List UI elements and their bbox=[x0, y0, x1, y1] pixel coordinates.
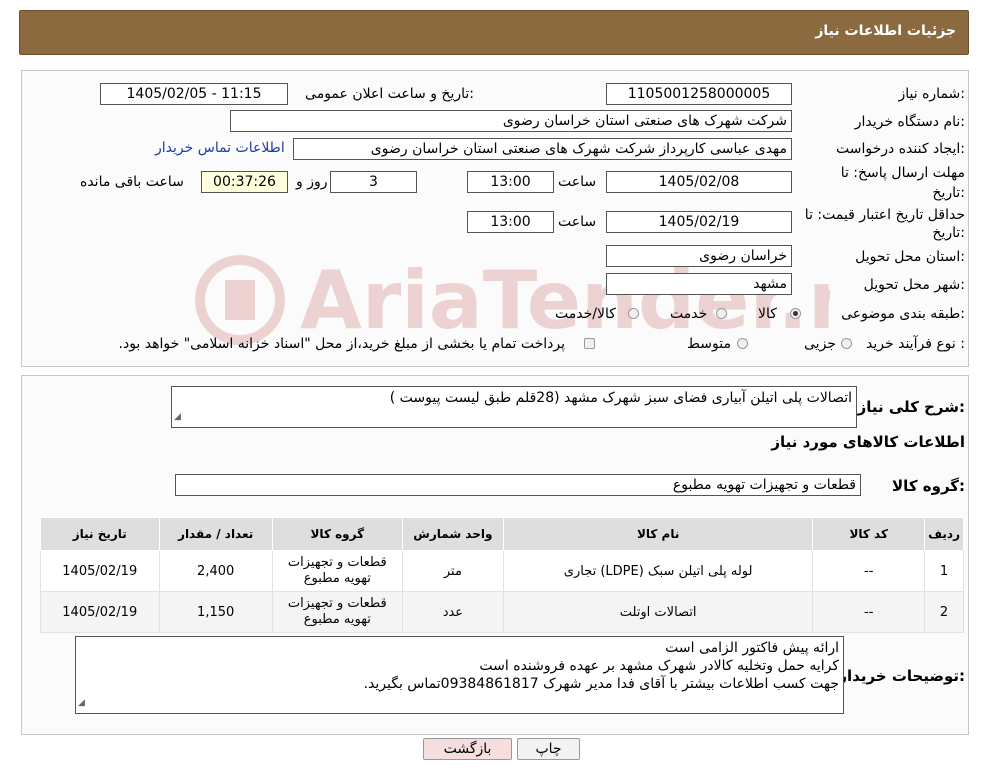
category-option-service: خدمت bbox=[670, 306, 708, 322]
announce-field: 1405/02/05 - 11:15 bbox=[100, 83, 288, 105]
category-option-goods-service: کالا/خدمت bbox=[555, 306, 616, 322]
need-number-field: 1105001258000005 bbox=[606, 83, 792, 105]
col-name: نام کالا bbox=[502, 517, 814, 551]
table-row: 1405/02/19 1,150 قطعات و تجهیزات تهویه م… bbox=[40, 591, 964, 633]
need-number-label: شماره نیاز: bbox=[898, 86, 965, 102]
cell-group: قطعات و تجهیزات تهویه مطبوع bbox=[271, 591, 403, 633]
cell-date: 1405/02/19 bbox=[40, 591, 160, 633]
description-textarea[interactable]: اتصالات پلی اتیلن آبیاری فضای سبز شهرک م… bbox=[171, 386, 857, 428]
items-table: تاریخ نیاز تعداد / مقدار گروه کالا واحد … bbox=[40, 517, 964, 633]
cell-group-line1: قطعات و تجهیزات bbox=[287, 596, 387, 611]
province-label: استان محل تحویل: bbox=[855, 249, 965, 265]
col-code: کد کالا bbox=[812, 517, 926, 551]
min-validity-label-line2: تاریخ: bbox=[932, 225, 965, 241]
cell-row: 1 bbox=[924, 550, 964, 592]
category-radio-goods[interactable] bbox=[790, 308, 801, 319]
col-date: تاریخ نیاز bbox=[40, 517, 160, 551]
description-text: اتصالات پلی اتیلن آبیاری فضای سبز شهرک م… bbox=[389, 390, 852, 406]
buyer-field: شرکت شهرک های صنعتی استان خراسان رضوی bbox=[230, 110, 792, 132]
col-qty: تعداد / مقدار bbox=[158, 517, 273, 551]
description-label: شرح کلی نیاز: bbox=[857, 398, 965, 416]
buyer-notes-line-1: ارائه پیش فاکتور الزامی است bbox=[665, 640, 839, 656]
buyer-notes-line-2: کرایه حمل وتخلیه کالادر شهرک مشهد بر عهد… bbox=[479, 658, 839, 674]
page-header: جزئیات اطلاعات نیاز bbox=[19, 10, 969, 55]
deadline-hour-label: ساعت bbox=[558, 174, 597, 190]
cell-date: 1405/02/19 bbox=[40, 550, 160, 592]
cell-code: -- bbox=[812, 591, 926, 633]
col-unit: واحد شمارش bbox=[401, 517, 504, 551]
city-label: شهر محل تحویل: bbox=[863, 277, 965, 293]
min-validity-date-field: 1405/02/19 bbox=[606, 211, 792, 233]
col-group: گروه کالا bbox=[271, 517, 403, 551]
deadline-date-field: 1405/02/08 bbox=[606, 171, 792, 193]
deadline-time-field: 13:00 bbox=[467, 171, 554, 193]
announce-label: تاریخ و ساعت اعلان عمومی: bbox=[305, 86, 474, 102]
purchase-option-small: جزیی bbox=[804, 336, 836, 352]
resize-grip-icon[interactable]: ◢ bbox=[78, 694, 85, 712]
category-radio-goods-service[interactable] bbox=[628, 308, 639, 319]
cell-row: 2 bbox=[924, 591, 964, 633]
goods-group-field: قطعات و تجهیزات تهویه مطبوع bbox=[175, 474, 861, 496]
purchase-option-medium: متوسط bbox=[687, 336, 731, 352]
watermark-text: AriaTender.neT bbox=[300, 254, 830, 347]
table-row: 1405/02/19 2,400 قطعات و تجهیزات تهویه م… bbox=[40, 550, 964, 592]
purchase-radio-small[interactable] bbox=[841, 338, 852, 349]
resize-grip-icon[interactable]: ◢ bbox=[174, 408, 181, 426]
remaining-time-field: 00:37:26 bbox=[201, 171, 288, 193]
purchase-type-label: نوع فرآیند خرید : bbox=[866, 336, 965, 352]
cell-group: قطعات و تجهیزات تهویه مطبوع bbox=[271, 550, 403, 592]
goods-section-title: اطلاعات کالاهای مورد نیاز bbox=[771, 433, 965, 451]
days-label: روز و bbox=[296, 174, 328, 190]
min-validity-label-line1: حداقل تاریخ اعتبار قیمت: تا bbox=[804, 207, 965, 223]
buyer-notes-label: توضیحات خریدار: bbox=[838, 667, 965, 685]
remaining-label: ساعت باقی مانده bbox=[80, 174, 184, 190]
treasury-note: پرداخت تمام یا بخشی از مبلغ خرید،از محل … bbox=[118, 336, 565, 352]
city-field: مشهد bbox=[606, 273, 792, 295]
buyer-label: نام دستگاه خریدار: bbox=[854, 114, 965, 130]
cell-name: اتصالات اوتلت bbox=[502, 591, 814, 633]
cell-unit: متر bbox=[401, 550, 504, 592]
cell-unit: عدد bbox=[401, 591, 504, 633]
cell-name: لوله پلی اتیلن سبک (LDPE) تجاری bbox=[502, 550, 814, 592]
page-title: جزئیات اطلاعات نیاز bbox=[815, 23, 956, 39]
back-button[interactable]: بازگشت bbox=[423, 738, 512, 760]
cell-qty: 2,400 bbox=[158, 550, 273, 592]
buyer-contact-link[interactable]: اطلاعات تماس خریدار bbox=[155, 140, 285, 156]
table-header-row: تاریخ نیاز تعداد / مقدار گروه کالا واحد … bbox=[40, 517, 964, 551]
creator-label: ایجاد کننده درخواست: bbox=[836, 141, 965, 157]
treasury-checkbox[interactable] bbox=[584, 338, 595, 349]
min-validity-hour-label: ساعت bbox=[558, 214, 597, 230]
province-field: خراسان رضوی bbox=[606, 245, 792, 267]
cell-code: -- bbox=[812, 550, 926, 592]
category-label: طبقه بندی موضوعی: bbox=[841, 306, 965, 322]
deadline-label-line2: تاریخ: bbox=[932, 185, 965, 201]
creator-field: مهدی عباسی کارپرداز شرکت شهرک های صنعتی … bbox=[293, 138, 792, 160]
min-validity-time-field: 13:00 bbox=[467, 211, 554, 233]
buyer-notes-textarea[interactable]: ارائه پیش فاکتور الزامی است کرایه حمل وت… bbox=[75, 636, 844, 714]
category-radio-service[interactable] bbox=[716, 308, 727, 319]
buyer-notes-line-3: جهت کسب اطلاعات بیشتر با آقای فدا مدیر ش… bbox=[363, 676, 839, 692]
deadline-label-line1: مهلت ارسال پاسخ: تا bbox=[840, 165, 965, 181]
purchase-radio-medium[interactable] bbox=[737, 338, 748, 349]
category-option-goods: کالا bbox=[758, 306, 777, 322]
col-row: ردیف bbox=[924, 517, 964, 551]
cell-group-line2: تهویه مطبوع bbox=[303, 571, 371, 586]
days-remaining-field: 3 bbox=[330, 171, 417, 193]
print-button[interactable]: چاپ bbox=[517, 738, 580, 760]
goods-group-label: گروه کالا: bbox=[892, 477, 965, 495]
cell-group-line2: تهویه مطبوع bbox=[303, 612, 371, 627]
cell-qty: 1,150 bbox=[158, 591, 273, 633]
cell-group-line1: قطعات و تجهیزات bbox=[287, 555, 387, 570]
